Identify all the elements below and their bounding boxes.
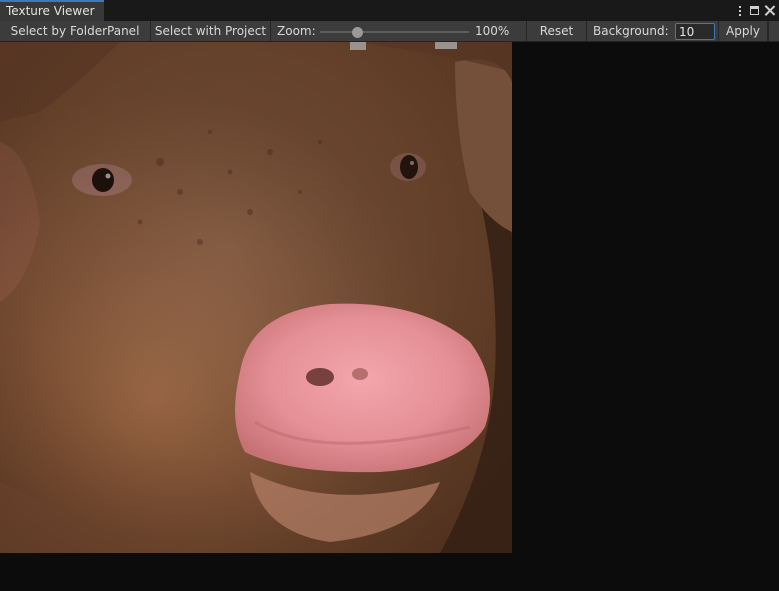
window-controls (735, 2, 775, 19)
texture-viewport[interactable] (0, 42, 779, 591)
zoom-value: 100% (475, 24, 510, 38)
select-by-folderpanel-button[interactable]: Select by FolderPanel (0, 21, 151, 41)
kebab-menu-icon[interactable] (735, 4, 745, 18)
close-icon[interactable] (764, 5, 775, 16)
texture-preview-image (0, 42, 512, 553)
toolbar: Select by FolderPanel Select with Projec… (0, 21, 779, 42)
tab-strip: Texture Viewer (0, 0, 779, 22)
zoom-slider-thumb[interactable] (351, 26, 363, 38)
tab-texture-viewer[interactable]: Texture Viewer (0, 0, 104, 21)
background-label: Background: (593, 24, 669, 38)
maximize-icon[interactable] (750, 6, 759, 15)
zoom-label: Zoom: (277, 24, 316, 38)
select-with-project-button[interactable]: Select with Project (151, 21, 271, 41)
background-input[interactable] (675, 23, 715, 40)
zoom-slider[interactable] (320, 26, 469, 38)
pig-face-image (0, 42, 512, 553)
reset-button[interactable]: Reset (527, 21, 587, 41)
texture-viewer-window: Texture Viewer Select by FolderPanel Sel… (0, 0, 779, 591)
apply-button[interactable]: Apply (719, 21, 768, 41)
